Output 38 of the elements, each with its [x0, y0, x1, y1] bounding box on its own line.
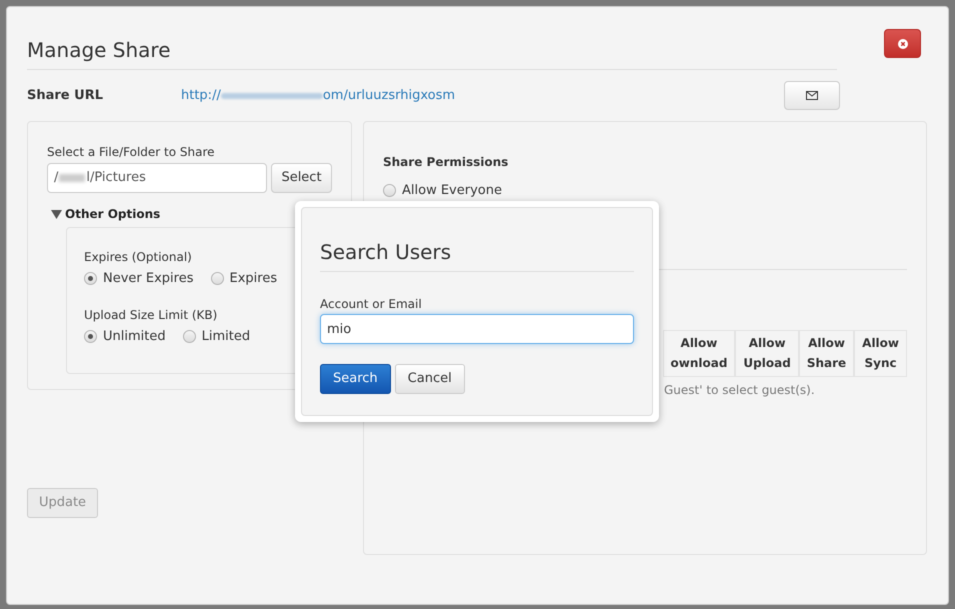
cancel-button[interactable]: Cancel	[394, 364, 465, 394]
radio-button[interactable]	[210, 272, 224, 286]
select-button[interactable]: Select	[271, 163, 332, 193]
hint-text: Guest' to select guest(s).	[664, 382, 816, 398]
path-text: /	[54, 169, 58, 188]
column-header: Allow Upload	[735, 330, 799, 376]
column-header: Allow ownload	[662, 330, 736, 376]
email-button[interactable]	[784, 81, 840, 110]
column-header: Allow Sync	[854, 330, 907, 376]
path-field[interactable]: / l/Pictures	[47, 163, 267, 193]
radio-option[interactable]: Allow Everyone	[383, 181, 907, 200]
options-toggle[interactable]: Other Options	[51, 205, 160, 223]
radio-option[interactable]: Unlimited	[84, 326, 166, 346]
field-label: Select a File/Folder to Share	[47, 144, 216, 161]
group-label: Upload Size Limit (KB)	[84, 306, 218, 324]
close-button[interactable]	[884, 29, 921, 58]
search-button[interactable]: Search	[320, 364, 391, 394]
url-link[interactable]: http://	[181, 86, 221, 106]
dialog-title: Search Users	[320, 240, 452, 264]
radio-button[interactable]	[383, 184, 396, 198]
section-title: Share Permissions	[383, 154, 510, 171]
radio-option[interactable]: Expires	[210, 269, 278, 288]
radio-button[interactable]	[84, 330, 97, 343]
field-label: Account or Email	[320, 296, 423, 313]
close-icon	[898, 38, 908, 48]
blurred-text	[59, 174, 86, 182]
radio-button[interactable]	[84, 272, 97, 286]
envelope-icon	[806, 91, 818, 100]
path-text: l/Pictures	[86, 169, 146, 188]
column-header: Allow Share	[798, 330, 854, 376]
share-url-label: Share URL	[27, 86, 104, 105]
radio-button[interactable]	[182, 330, 196, 343]
modal-title: Manage Share	[27, 37, 172, 63]
group-label: Expires (Optional)	[84, 249, 193, 266]
radio-option[interactable]: Never Expires	[84, 269, 194, 288]
radio-option[interactable]: Limited	[182, 326, 250, 346]
url-link[interactable]: om/urluuzsrhigxosm	[322, 86, 455, 106]
account-field[interactable]: mio	[320, 314, 634, 344]
